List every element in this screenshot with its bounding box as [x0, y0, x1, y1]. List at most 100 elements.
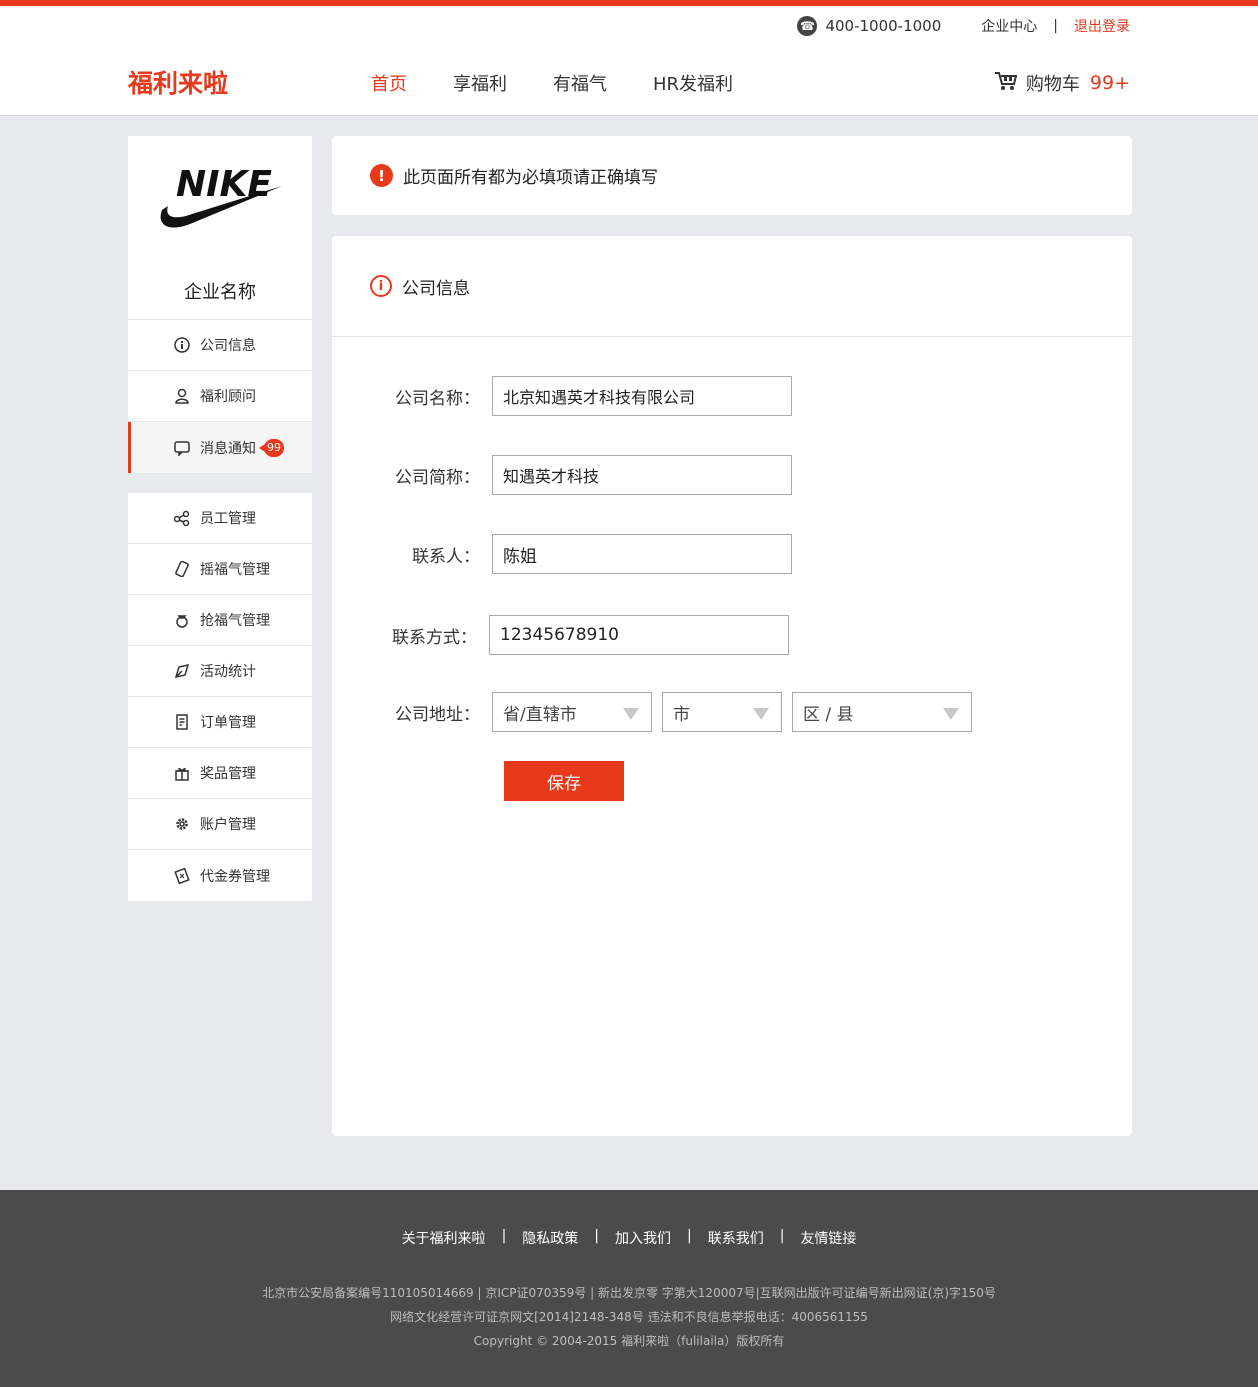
sidebar-item-label: 账户管理 — [200, 817, 256, 833]
province-select[interactable]: 省/直辖市 — [492, 692, 652, 732]
phone-row: 联系方式： — [332, 615, 789, 655]
footer-separator: | — [501, 1228, 507, 1244]
company-name-row: 公司名称： — [332, 376, 792, 416]
sidebar-item-orders[interactable]: 订单管理 — [128, 697, 312, 748]
footer-copyright: Copyright © 2004-2015 福利来啦（fulilaila）版权所… — [473, 1334, 785, 1348]
info-icon — [174, 337, 190, 353]
address-row: 公司地址： 省/直辖市 市 区 / 县 — [332, 692, 982, 732]
footer-separator: | — [594, 1228, 599, 1244]
pen-icon — [174, 663, 190, 679]
contact-input[interactable] — [492, 534, 792, 574]
chevron-down-icon — [943, 708, 959, 720]
sidebar-item-label: 公司信息 — [200, 338, 256, 354]
utility-bar: ☎ 400-1000-1000 企业中心 | 退出登录 — [797, 16, 1130, 36]
footer-links: 关于福利来啦 | 隐私政策 | 加入我们 | 联系我们 | 友情链接 — [0, 1228, 1258, 1248]
sidebar-item-label: 摇福气管理 — [200, 562, 270, 578]
required-notice: ! 此页面所有都为必填项请正确填写 — [332, 136, 1132, 215]
sidebar-item-label: 订单管理 — [200, 715, 256, 731]
notice-text: 此页面所有都为必填项请正确填写 — [403, 168, 658, 188]
cart-count: 99+ — [1089, 72, 1130, 94]
company-name-title: 企业名称 — [184, 282, 256, 303]
footer-link-privacy[interactable]: 隐私政策 — [522, 1228, 578, 1248]
message-count-badge: 99 — [259, 438, 284, 457]
save-button[interactable]: 保存 — [504, 761, 624, 801]
short-name-label: 公司简称： — [395, 467, 480, 488]
company-name-label: 公司名称： — [395, 388, 480, 409]
panel-header: i 公司信息 — [332, 236, 1132, 337]
sidebar-item-welfare-advisor[interactable]: 福利顾问 — [128, 371, 312, 422]
site-logo[interactable]: 福利来啦 — [128, 64, 228, 100]
nav-home[interactable]: 首页 — [371, 70, 407, 96]
sidebar-item-label: 消息通知 — [200, 440, 256, 457]
sidebar-item-employee[interactable]: 员工管理 — [128, 493, 312, 544]
address-label: 公司地址： — [395, 704, 480, 725]
district-select-value: 区 / 县 — [803, 704, 854, 725]
sidebar-item-prizes[interactable]: 奖品管理 — [128, 748, 312, 799]
gift-icon — [174, 765, 190, 781]
share-icon — [174, 510, 190, 526]
footer-legal-line2: 网络文化经营许可证京网文[2014]2148-348号 违法和不良信息举报电话：… — [390, 1310, 868, 1324]
brand-card: NIKE 企业名称 — [128, 136, 312, 320]
chevron-down-icon — [753, 708, 769, 720]
company-name-input[interactable] — [492, 376, 792, 416]
cart-button[interactable]: 购物车 99+ — [994, 70, 1130, 96]
sidebar-item-label: 抢福气管理 — [200, 613, 270, 629]
utility-separator: | — [1053, 18, 1058, 34]
footer-link-join[interactable]: 加入我们 — [615, 1228, 671, 1248]
sidebar-item-label: 福利顾问 — [200, 389, 256, 405]
sidebar-item-company-info[interactable]: 公司信息 — [128, 320, 312, 371]
sidebar: NIKE 企业名称 公司信息 福利顾问 消息通知 99 员工管理 摇福气管理 抢… — [128, 136, 312, 901]
contact-label: 联系人： — [412, 546, 480, 567]
nav-hr-welfare[interactable]: HR发福利 — [653, 70, 733, 96]
main-nav: 首页 享福利 有福气 HR发福利 — [371, 70, 779, 96]
top-header: ☎ 400-1000-1000 企业中心 | 退出登录 福利来啦 首页 享福利 … — [0, 0, 1258, 116]
coupon-icon — [174, 867, 190, 884]
chevron-down-icon — [623, 708, 639, 720]
sidebar-main-group: NIKE 企业名称 公司信息 福利顾问 消息通知 99 — [128, 136, 312, 473]
company-info-panel: i 公司信息 公司名称： 公司简称： 联系人： 联系方式： 公司地址： 省/直辖… — [332, 236, 1132, 1136]
panel-title: 公司信息 — [402, 278, 470, 299]
phone-label: 联系方式： — [392, 627, 477, 648]
nav-fortune[interactable]: 有福气 — [553, 70, 607, 96]
shake-icon — [174, 561, 190, 577]
bag-icon — [174, 612, 190, 628]
sidebar-management-group: 员工管理 摇福气管理 抢福气管理 活动统计 订单管理 奖品管理 账户管理 代金券… — [128, 493, 312, 901]
sidebar-item-label: 活动统计 — [200, 664, 256, 680]
gear-icon — [174, 816, 190, 832]
sidebar-item-label: 奖品管理 — [200, 766, 256, 782]
footer-separator: | — [687, 1228, 692, 1244]
footer-link-about[interactable]: 关于福利来啦 — [402, 1228, 486, 1248]
message-icon — [174, 440, 190, 456]
sidebar-item-grab[interactable]: 抢福气管理 — [128, 595, 312, 646]
cart-icon — [994, 71, 1018, 96]
footer-link-contact[interactable]: 联系我们 — [708, 1228, 764, 1248]
sidebar-item-account[interactable]: 账户管理 — [128, 799, 312, 850]
nav-enjoy-welfare[interactable]: 享福利 — [453, 70, 507, 96]
footer-link-friends[interactable]: 友情链接 — [800, 1228, 856, 1248]
footer-legal-line1: 北京市公安局备案编号110105014669 | 京ICP证070359号 | … — [262, 1286, 996, 1300]
short-name-input[interactable] — [492, 455, 792, 495]
sidebar-item-coupons[interactable]: 代金券管理 — [128, 850, 312, 901]
warning-icon: ! — [370, 164, 393, 187]
sidebar-item-label: 代金券管理 — [200, 868, 270, 885]
logout-link[interactable]: 退出登录 — [1074, 16, 1130, 36]
user-icon — [174, 388, 190, 404]
footer: 关于福利来啦 | 隐私政策 | 加入我们 | 联系我们 | 友情链接 北京市公安… — [0, 1190, 1258, 1387]
phone-icon: ☎ — [797, 16, 818, 36]
sidebar-item-shake[interactable]: 摇福气管理 — [128, 544, 312, 595]
sidebar-item-label: 员工管理 — [200, 511, 256, 527]
city-select-value: 市 — [673, 704, 690, 725]
document-icon — [174, 714, 190, 730]
city-select[interactable]: 市 — [662, 692, 782, 732]
sidebar-item-stats[interactable]: 活动统计 — [128, 646, 312, 697]
contact-row: 联系人： — [332, 534, 792, 574]
short-name-row: 公司简称： — [332, 455, 792, 495]
province-select-value: 省/直辖市 — [503, 704, 577, 725]
phone-input[interactable] — [489, 615, 789, 655]
nike-logo: NIKE — [156, 160, 284, 236]
enterprise-center-link[interactable]: 企业中心 — [981, 16, 1037, 36]
cart-label: 购物车 — [1025, 74, 1080, 95]
district-select[interactable]: 区 / 县 — [792, 692, 972, 732]
sidebar-item-messages[interactable]: 消息通知 99 — [128, 422, 312, 473]
info-icon: i — [370, 275, 392, 297]
